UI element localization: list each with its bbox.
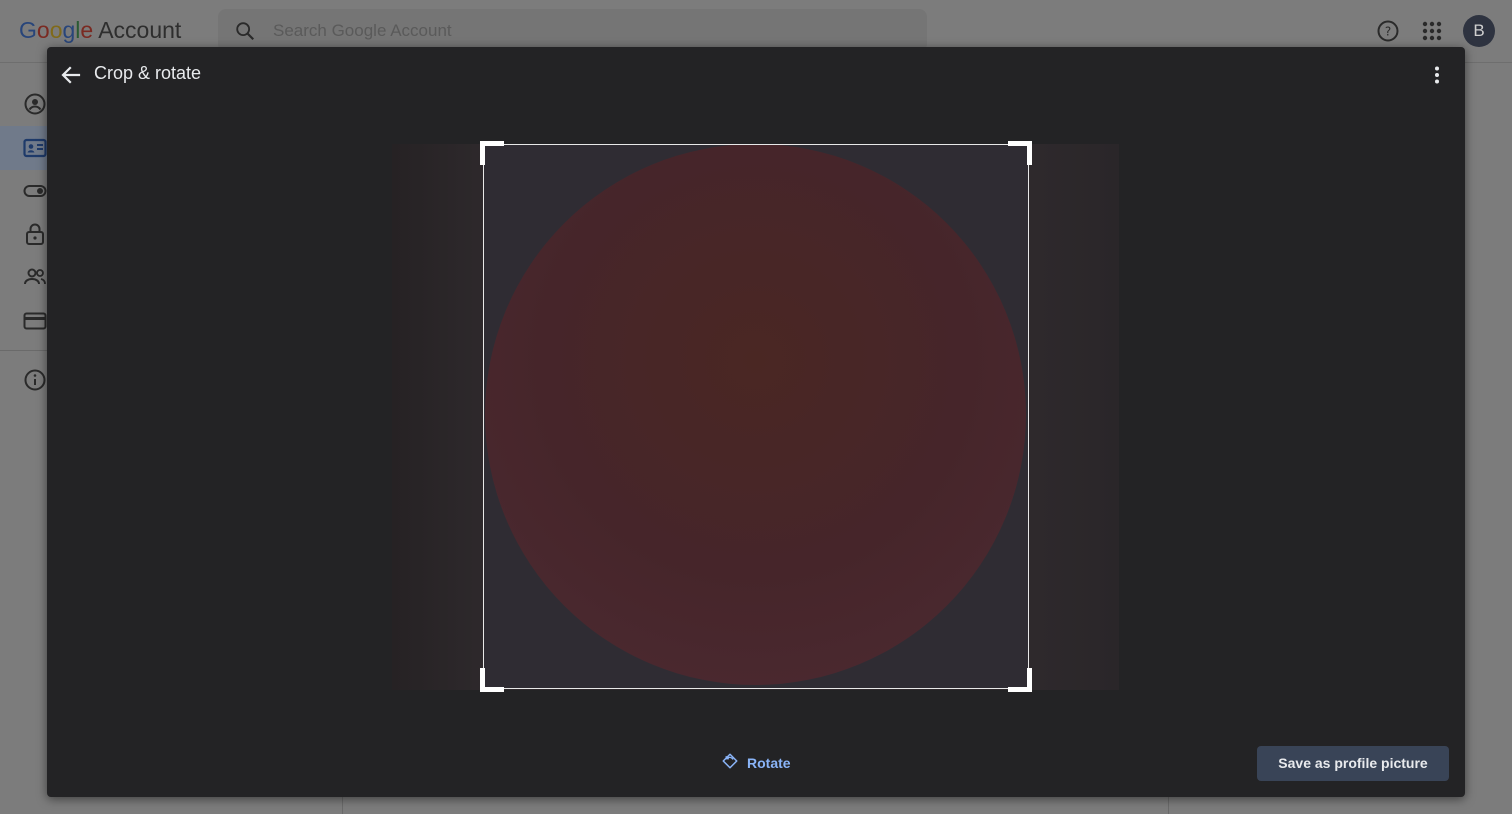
lock-icon[interactable] <box>23 222 47 246</box>
sidebar-divider <box>0 350 47 351</box>
crop-handle-bottom-left[interactable] <box>480 668 504 692</box>
info-icon[interactable] <box>23 368 47 392</box>
toggle-icon[interactable] <box>23 179 47 203</box>
content-divider-left <box>342 797 343 814</box>
rotate-label: Rotate <box>747 755 791 771</box>
search-placeholder: Search Google Account <box>273 21 452 40</box>
rotate-icon <box>721 752 739 775</box>
google-account-logo[interactable]: Google Account <box>19 17 181 44</box>
rotate-button[interactable]: Rotate <box>711 745 801 781</box>
crop-handle-bottom-right[interactable] <box>1008 668 1032 692</box>
dialog-title: Crop & rotate <box>94 63 202 83</box>
help-icon[interactable]: ? <box>1376 19 1400 48</box>
account-circle-icon[interactable] <box>23 92 47 116</box>
more-options-icon[interactable] <box>1425 63 1449 87</box>
content-divider-right <box>1168 797 1169 814</box>
save-as-profile-picture-button[interactable]: Save as profile picture <box>1257 746 1449 781</box>
id-card-icon[interactable] <box>23 136 47 160</box>
avatar[interactable]: B <box>1463 15 1495 47</box>
apps-grid-icon[interactable] <box>1421 20 1443 47</box>
credit-card-icon[interactable] <box>23 309 47 333</box>
crop-frame[interactable] <box>483 144 1029 689</box>
people-icon[interactable] <box>23 265 47 289</box>
logo-account-label: Account <box>98 17 182 43</box>
crop-rotate-dialog: Crop & rotate Rotate Save as profile pic… <box>47 47 1465 797</box>
search-icon <box>234 20 256 47</box>
svg-text:?: ? <box>1385 25 1391 39</box>
search-bar[interactable]: Search Google Account <box>218 9 927 52</box>
back-arrow-icon[interactable] <box>59 63 83 87</box>
crop-handle-top-right[interactable] <box>1008 141 1032 165</box>
crop-handle-top-left[interactable] <box>480 141 504 165</box>
